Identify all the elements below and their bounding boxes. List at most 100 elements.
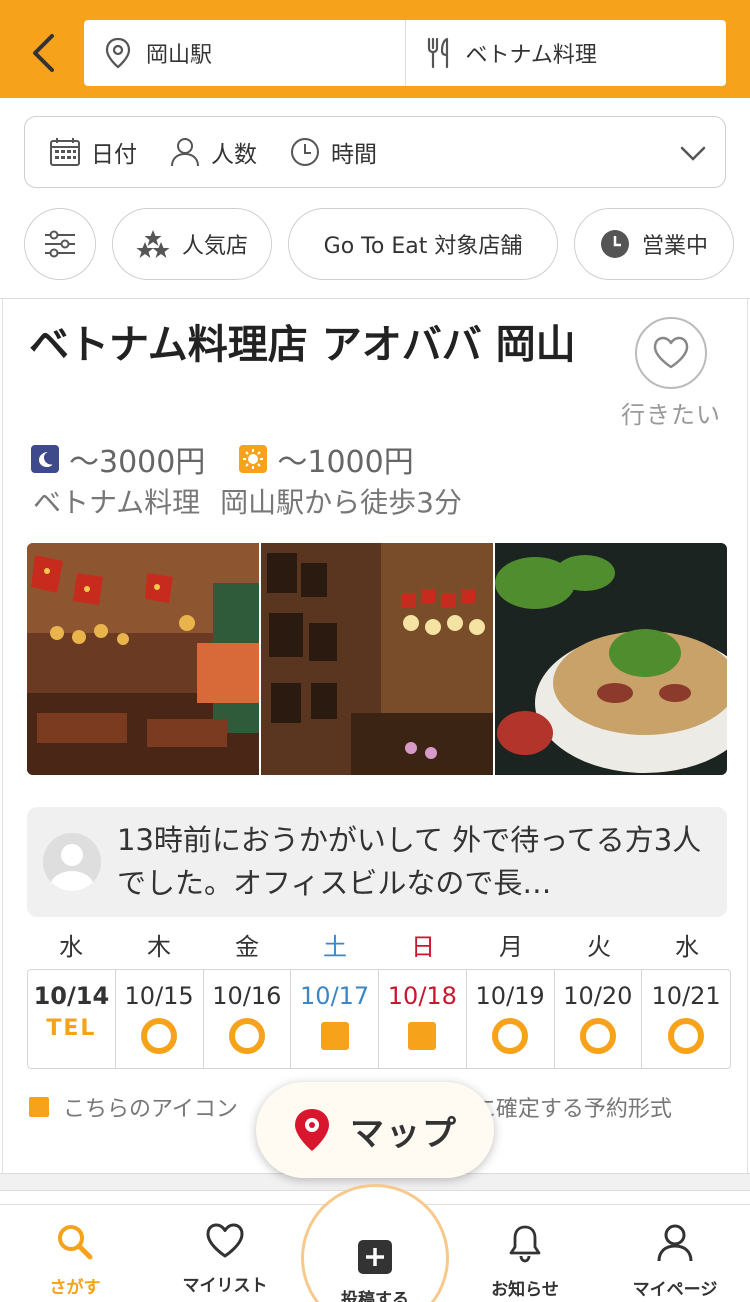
- sun-icon: [239, 445, 268, 473]
- weekday-label: 日: [411, 933, 435, 961]
- user-icon: [657, 1224, 693, 1262]
- calendar-date: 10/20: [563, 982, 633, 1010]
- calendar-date: 10/18: [387, 982, 457, 1010]
- map-button[interactable]: マップ: [256, 1082, 494, 1178]
- clock-filled-icon: [600, 230, 629, 258]
- weekday-label: 月: [499, 933, 523, 961]
- nav-mylist-label: マイリスト: [182, 1276, 268, 1296]
- heart-icon: [206, 1223, 244, 1258]
- chip-gotoeat[interactable]: Go To Eat 対象店舗: [288, 208, 558, 280]
- legend-square-icon: [29, 1097, 49, 1117]
- heart-icon: [653, 336, 689, 369]
- weekday-label: 金: [235, 933, 259, 961]
- calendar-day-cell[interactable]: 10/20: [555, 970, 643, 1068]
- available-circle-icon: [141, 1018, 178, 1054]
- weekday-label: 木: [147, 933, 171, 961]
- calendar-day-cell[interactable]: 10/15: [116, 970, 204, 1068]
- legend-text-1: こちらのアイコン: [63, 1097, 238, 1122]
- search-box: 岡山駅 ベトナム料理: [84, 20, 726, 86]
- date-condition[interactable]: 日付: [49, 135, 137, 169]
- shop-access: 岡山駅から徒歩3分: [220, 486, 462, 519]
- request-square-icon: [320, 1022, 349, 1050]
- filter-bar: 日付 人数 時間 人気店 Go To Eat 対象店舗 営業中: [0, 98, 750, 298]
- reservation-calendar: 10/14 TEL 10/15 10/16 10/17 10/18 10/19 10/20 10…: [27, 969, 731, 1069]
- shop-card[interactable]: ベトナム料理店 アオババ 岡山 行きたい ～3000円 ～1000円 ベトナム料…: [0, 298, 750, 1174]
- weekday-label: 水: [59, 933, 83, 961]
- available-circle-icon: [579, 1018, 616, 1054]
- weekday-label: 火: [587, 933, 611, 961]
- calendar-day-cell[interactable]: 10/21: [642, 970, 730, 1068]
- calendar-date: 10/15: [124, 982, 194, 1010]
- location-field[interactable]: 岡山駅: [84, 20, 405, 86]
- nav-search[interactable]: さがす: [0, 1223, 150, 1298]
- stars-icon: [136, 230, 170, 258]
- review-snippet[interactable]: 13時前におうかがいして 外で待ってる方3人でした。オフィスビルなので長…: [27, 807, 727, 917]
- request-square-icon: [408, 1022, 437, 1050]
- weekday-label: 土: [323, 933, 347, 961]
- chip-open-now[interactable]: 営業中: [574, 208, 734, 280]
- favorite-label: 行きたい: [621, 401, 721, 429]
- top-bar: 岡山駅 ベトナム料理: [0, 0, 750, 98]
- avatar: [43, 833, 101, 891]
- favorite-button[interactable]: 行きたい: [615, 317, 727, 430]
- chip-popular[interactable]: 人気店: [112, 208, 272, 280]
- moon-icon: [31, 445, 59, 473]
- nav-mypage-label: マイページ: [632, 1280, 718, 1300]
- calendar-day-cell[interactable]: 10/16: [204, 970, 292, 1068]
- calendar-date: 10/17: [300, 982, 370, 1010]
- chip-open-now-label: 営業中: [641, 234, 708, 259]
- nav-mylist[interactable]: マイリスト: [150, 1223, 300, 1296]
- back-button[interactable]: [20, 26, 66, 80]
- calendar-date: 10/14: [33, 982, 110, 1010]
- time-condition[interactable]: 時間: [289, 135, 377, 169]
- nav-notifications[interactable]: お知らせ: [450, 1223, 600, 1300]
- chevron-left-icon: [33, 34, 54, 72]
- people-label: 人数: [211, 142, 257, 168]
- search-icon: [58, 1225, 93, 1260]
- calendar-day-cell[interactable]: 10/14 TEL: [28, 970, 116, 1068]
- genre-text: ベトナム料理: [465, 43, 597, 68]
- photo-wall[interactable]: [261, 543, 493, 775]
- calendar-date: 10/19: [475, 982, 545, 1010]
- shop-meta: ベトナム料理 岡山駅から徒歩3分: [33, 481, 462, 521]
- tel-reservation-label: TEL: [46, 1016, 97, 1041]
- date-label: 日付: [91, 142, 137, 168]
- filter-settings-button[interactable]: [24, 208, 96, 280]
- calendar-date: 10/16: [212, 982, 282, 1010]
- post-button-label: 投稿する: [341, 1290, 409, 1302]
- people-condition[interactable]: 人数: [169, 135, 257, 169]
- photo-pho[interactable]: [495, 543, 727, 775]
- location-text: 岡山駅: [146, 43, 213, 68]
- chevron-down-icon[interactable]: [679, 139, 707, 167]
- price-row: ～3000円 ～1000円: [31, 437, 448, 481]
- photo-strip[interactable]: [27, 543, 727, 775]
- weekday-row: 水木金土日月火水: [27, 927, 731, 962]
- calendar-day-cell[interactable]: 10/19: [467, 970, 555, 1068]
- favorite-circle: [635, 317, 707, 389]
- nav-search-label: さがす: [49, 1278, 101, 1298]
- dinner-price: ～3000円: [69, 445, 206, 480]
- shop-name[interactable]: ベトナム料理店 アオババ 岡山: [29, 319, 589, 371]
- map-pin-icon: [295, 1109, 329, 1151]
- plus-square-icon: [358, 1240, 392, 1274]
- review-text: 13時前におうかがいして 外で待ってる方3人でした。オフィスビルなので長…: [117, 823, 702, 900]
- calendar-day-cell[interactable]: 10/17: [291, 970, 379, 1068]
- weekday-label: 水: [675, 933, 699, 961]
- shop-genre: ベトナム料理: [33, 486, 201, 519]
- photo-interior[interactable]: [27, 543, 259, 775]
- time-label: 時間: [331, 142, 377, 168]
- calendar-day-cell[interactable]: 10/18: [379, 970, 467, 1068]
- conditions-box[interactable]: 日付 人数 時間: [24, 116, 726, 188]
- person-icon: [171, 138, 199, 167]
- location-pin-icon: [105, 37, 131, 69]
- chip-gotoeat-label: Go To Eat 対象店舗: [323, 234, 523, 259]
- calendar-icon: [50, 138, 80, 166]
- genre-field[interactable]: ベトナム料理: [404, 20, 727, 86]
- nav-mypage[interactable]: マイページ: [600, 1223, 750, 1300]
- calendar-date: 10/21: [651, 982, 721, 1010]
- sliders-icon: [45, 230, 75, 258]
- lunch-price: ～1000円: [277, 445, 414, 480]
- available-circle-icon: [228, 1018, 265, 1054]
- nav-notifications-label: お知らせ: [491, 1280, 559, 1300]
- chip-popular-label: 人気店: [181, 234, 248, 259]
